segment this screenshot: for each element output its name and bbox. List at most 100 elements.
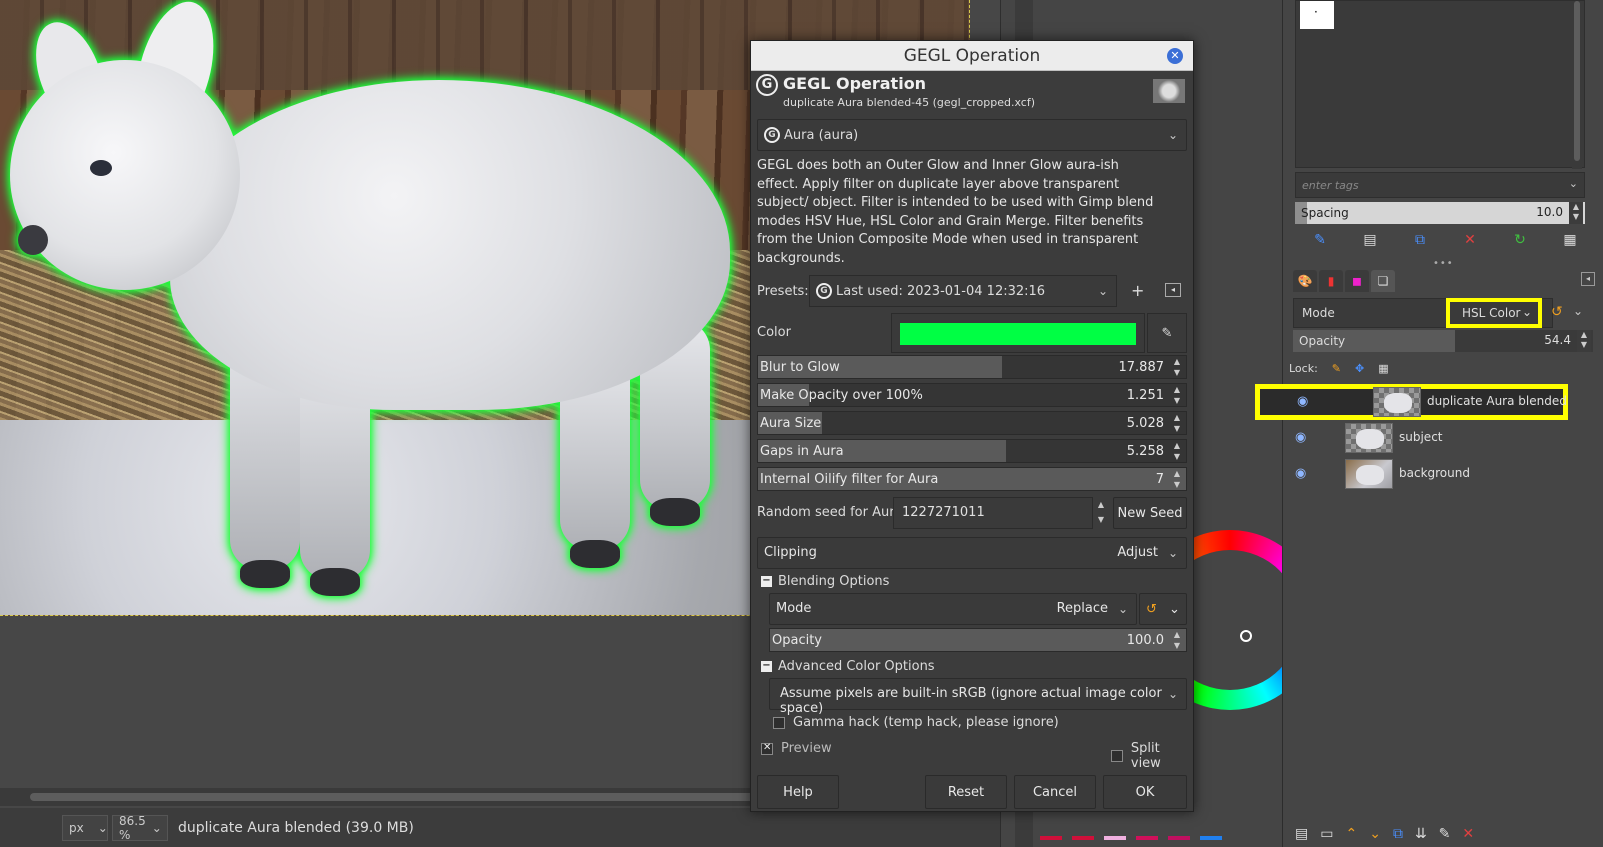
tags-input[interactable]: enter tags ⌄ xyxy=(1295,172,1585,198)
blend-mode-select[interactable]: Mode Replace ⌄ xyxy=(769,593,1137,625)
delete-brush-icon[interactable]: ✕ xyxy=(1445,228,1495,252)
refresh-brushes-icon[interactable]: ↻ xyxy=(1495,228,1545,252)
spin-arrows-icon[interactable]: ▲ ▼ xyxy=(1170,384,1184,406)
clipping-select[interactable]: Clipping Adjust ⌄ xyxy=(757,537,1187,569)
unit-select[interactable]: px ⌄ xyxy=(62,814,108,841)
lock-alpha-icon[interactable]: ▦ xyxy=(1378,362,1388,375)
slider-make-opacity[interactable]: Make Opacity over 100% 1.251 ▲ ▼ xyxy=(757,383,1187,407)
help-button[interactable]: Help xyxy=(757,775,839,809)
presets-select[interactable]: G Last used: 2023-01-04 12:32:16 ⌄ xyxy=(809,275,1117,307)
eye-icon[interactable]: ◉ xyxy=(1295,430,1313,445)
spin-arrows-icon[interactable]: ▲ ▼ xyxy=(1170,440,1184,462)
gamma-hack-checkbox[interactable]: Gamma hack (temp hack, please ignore) xyxy=(773,715,1059,730)
close-icon[interactable]: ✕ xyxy=(1167,48,1183,64)
brush-item[interactable] xyxy=(1300,1,1334,29)
palette-swatches[interactable] xyxy=(1040,836,1222,840)
blend-opacity-slider[interactable]: Opacity 100.0 ▲ ▼ xyxy=(769,628,1187,652)
slider-label: Opacity xyxy=(772,633,823,648)
tab-menu-icon[interactable]: ◂ xyxy=(1581,272,1595,286)
color-space-select[interactable]: Assume pixels are built-in sRGB (ignore … xyxy=(769,678,1187,716)
slider-label: Gaps in Aura xyxy=(760,444,844,459)
layer-name: background xyxy=(1399,466,1470,480)
spin-arrows-icon[interactable]: ▲ ▼ xyxy=(1093,497,1109,529)
zoom-select[interactable]: 86.5 % ⌄ xyxy=(112,814,168,842)
eye-icon[interactable]: ◉ xyxy=(1295,466,1313,481)
brush-grid[interactable] xyxy=(1295,0,1585,169)
layer-mode-select[interactable]: HSL Color ⌄ xyxy=(1446,298,1542,328)
ok-button[interactable]: OK xyxy=(1103,775,1187,809)
layer-row-subject[interactable]: ◉ subject xyxy=(1283,420,1603,456)
merge-layer-icon[interactable]: ⇊ xyxy=(1415,826,1427,842)
lower-layer-icon[interactable]: ⌄ xyxy=(1369,826,1381,842)
chevron-down-icon[interactable]: ⌄ xyxy=(1573,304,1583,318)
reset-button[interactable]: Reset xyxy=(925,775,1007,809)
lock-position-icon[interactable]: ✥ xyxy=(1355,362,1364,375)
clipping-value: Adjust xyxy=(1117,545,1158,560)
layer-opacity-slider[interactable]: Opacity 54.4 ▲ ▼ xyxy=(1293,330,1593,352)
blending-options-toggle[interactable]: − Blending Options xyxy=(761,574,889,589)
layer-row-background[interactable]: ◉ background xyxy=(1283,456,1603,492)
color-picker-icon[interactable]: ✎ xyxy=(1147,313,1187,353)
tab-channels-icon[interactable]: ▮ xyxy=(1319,270,1343,292)
tab-palettes-icon[interactable]: 🎨 xyxy=(1293,270,1317,292)
spin-arrows-icon[interactable]: ▲ ▼ xyxy=(1170,412,1184,434)
slider-internal-oilify[interactable]: Internal Oilify filter for Aura 7 ▲ ▼ xyxy=(757,467,1187,491)
blend-mode-label: Mode xyxy=(776,601,812,616)
checkbox-unchecked[interactable] xyxy=(1111,750,1123,762)
add-preset-icon[interactable]: + xyxy=(1131,281,1144,300)
mask-layer-icon[interactable]: ✎ xyxy=(1439,826,1451,842)
lock-pixels-icon[interactable]: ✎ xyxy=(1332,362,1341,375)
spin-arrows-icon[interactable]: ▲ ▼ xyxy=(1569,202,1583,224)
slider-label: Internal Oilify filter for Aura xyxy=(760,472,939,487)
tab-layers-icon[interactable]: ❏ xyxy=(1371,270,1395,292)
new-brush-icon[interactable]: ▤ xyxy=(1345,228,1395,252)
checkbox-checked[interactable] xyxy=(761,742,773,755)
cancel-button[interactable]: Cancel xyxy=(1014,775,1096,809)
split-view-checkbox[interactable]: Split view xyxy=(1111,741,1193,771)
preset-menu-icon[interactable]: ◂ xyxy=(1165,283,1181,297)
seed-input[interactable]: 1227271011 xyxy=(893,497,1093,529)
edit-brush-icon[interactable]: ✎ xyxy=(1295,228,1345,252)
color-wheel-marker[interactable] xyxy=(1240,630,1252,642)
brush-scrollbar[interactable] xyxy=(1572,1,1582,169)
duplicate-brush-icon[interactable]: ⧉ xyxy=(1395,228,1445,252)
slider-gaps-in-aura[interactable]: Gaps in Aura 5.258 ▲ ▼ xyxy=(757,439,1187,463)
checkbox-unchecked[interactable] xyxy=(773,716,785,729)
delete-layer-icon[interactable]: ✕ xyxy=(1462,826,1474,842)
spin-arrows-icon[interactable]: ▲ ▼ xyxy=(1170,629,1184,651)
chevron-down-icon: ⌄ xyxy=(1521,305,1532,319)
layer-row-duplicate-aura-blended[interactable]: ◉ duplicate Aura blended xyxy=(1255,384,1568,420)
reset-blend-mode-button[interactable]: ↺ ⌄ xyxy=(1139,593,1187,625)
slider-blur-to-glow[interactable]: Blur to Glow 17.887 ▲ ▼ xyxy=(757,355,1187,379)
presets-value: Last used: 2023-01-04 12:32:16 xyxy=(836,283,1046,299)
spacing-slider[interactable]: Spacing 10.0 ▲ ▼ xyxy=(1295,202,1585,224)
duplicate-layer-icon[interactable]: ⧉ xyxy=(1393,826,1403,842)
raise-layer-icon[interactable]: ⌃ xyxy=(1345,826,1357,842)
operation-select[interactable]: G Aura (aura) ⌄ xyxy=(757,119,1187,151)
status-text: duplicate Aura blended (39.0 MB) xyxy=(178,819,414,836)
spin-arrows-icon[interactable]: ▲ ▼ xyxy=(1170,356,1184,378)
eye-icon[interactable]: ◉ xyxy=(1297,394,1315,409)
spin-arrows-icon[interactable]: ▲ ▼ xyxy=(1170,468,1184,490)
dialog-titlebar[interactable]: GEGL Operation ✕ xyxy=(751,41,1193,71)
new-seed-button[interactable]: New Seed xyxy=(1113,497,1187,529)
open-brush-icon[interactable]: ▦ xyxy=(1545,228,1595,252)
new-group-icon[interactable]: ▭ xyxy=(1320,826,1333,842)
slider-aura-size[interactable]: Aura Size 5.028 ▲ ▼ xyxy=(757,411,1187,435)
layer-name: duplicate Aura blended xyxy=(1427,394,1567,408)
split-view-label: Split view xyxy=(1130,741,1161,771)
dock-grip-icon[interactable]: ••• xyxy=(1433,258,1454,269)
tab-paths-icon[interactable]: ◼ xyxy=(1345,270,1369,292)
layer-mode-value: HSL Color xyxy=(1462,306,1521,320)
color-button[interactable] xyxy=(891,313,1145,353)
chevron-down-icon: ⌄ xyxy=(1167,687,1178,701)
advanced-color-toggle[interactable]: − Advanced Color Options xyxy=(761,659,935,674)
spin-arrows-icon[interactable]: ▲ ▼ xyxy=(1577,330,1591,352)
preview-checkbox[interactable]: Preview xyxy=(761,741,832,756)
new-layer-icon[interactable]: ▤ xyxy=(1295,826,1308,842)
slider-label: Aura Size xyxy=(760,416,822,431)
chevron-down-icon: ⌄ xyxy=(1568,177,1578,190)
presets-label: Presets: xyxy=(757,283,809,299)
reset-mode-icon[interactable]: ↺ xyxy=(1551,304,1563,320)
spacing-label: Spacing xyxy=(1301,206,1349,220)
